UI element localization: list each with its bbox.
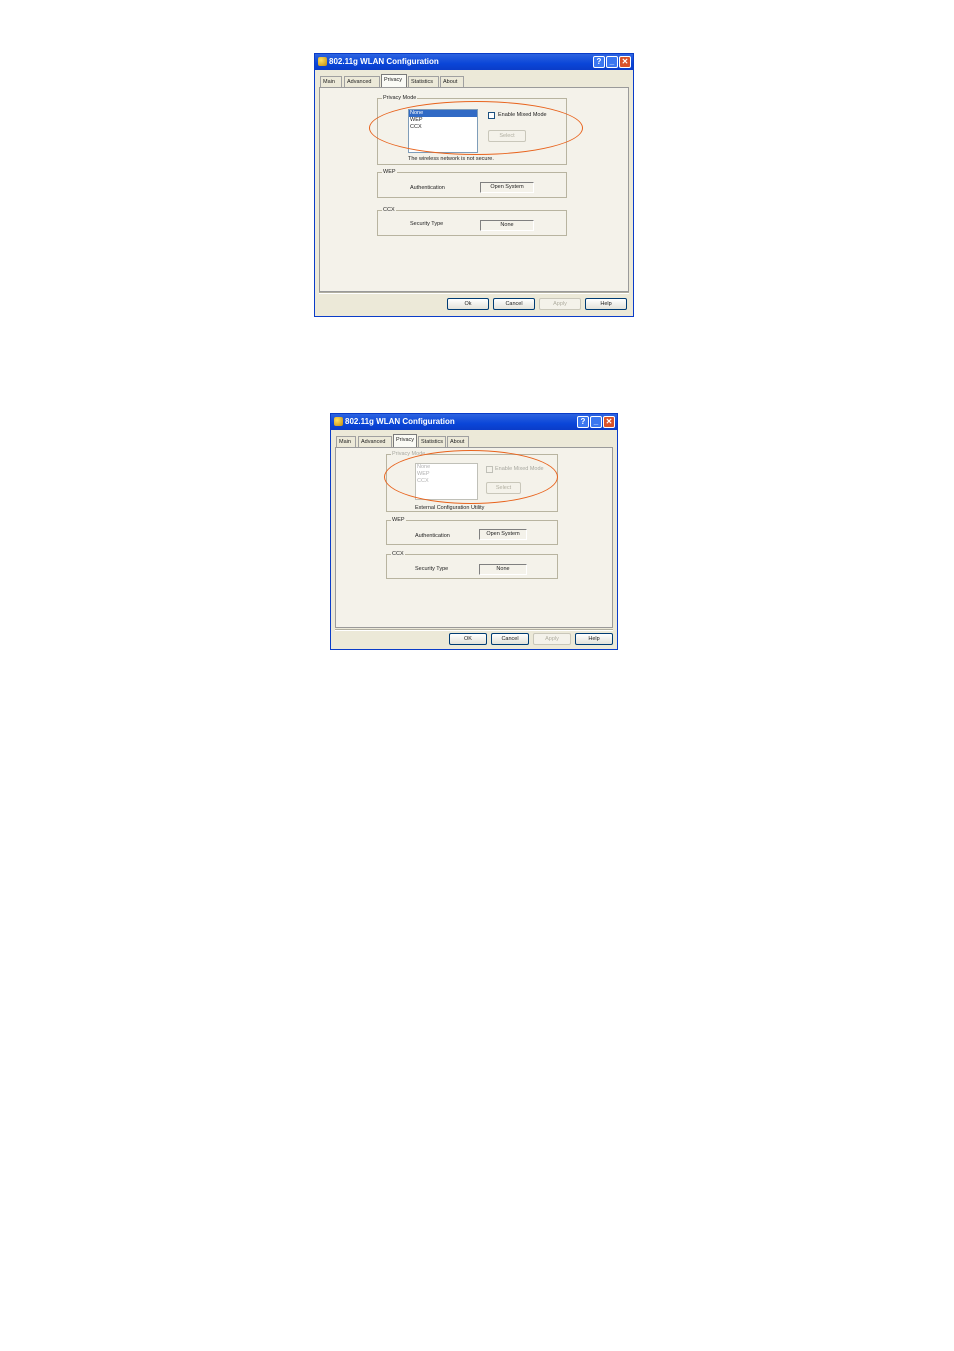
- security-type-label: Security Type: [410, 221, 444, 227]
- tab-privacy[interactable]: Privacy: [381, 74, 407, 87]
- authentication-label: Authentication: [415, 533, 450, 539]
- wep-label: WEP: [391, 516, 406, 524]
- close-icon[interactable]: ✕: [603, 416, 615, 428]
- ccx-group: CCX Security Type None: [386, 550, 558, 579]
- ok-button[interactable]: OK: [449, 633, 487, 645]
- security-type-label: Security Type: [415, 566, 449, 572]
- wep-group: WEP Authentication Open System: [386, 516, 558, 545]
- ccx-label: CCX: [382, 206, 396, 214]
- apply-button[interactable]: Apply: [539, 298, 581, 310]
- privacy-status-text: External Configuration Utility: [415, 505, 485, 511]
- apply-button[interactable]: Apply: [533, 633, 571, 645]
- app-icon: [334, 417, 343, 426]
- title-bar: 802.11g WLAN Configuration ? _ ✕: [331, 414, 617, 430]
- tab-advanced[interactable]: Advanced: [344, 76, 380, 87]
- close-icon[interactable]: ✕: [619, 56, 631, 68]
- help-icon[interactable]: ?: [593, 56, 605, 68]
- tab-statistics[interactable]: Statistics: [418, 436, 446, 447]
- tab-about[interactable]: About: [447, 436, 469, 447]
- authentication-label: Authentication: [410, 185, 445, 191]
- security-type-value: None: [480, 220, 534, 231]
- wlan-config-window-1: 802.11g WLAN Configuration ? _ ✕ Main Adva…: [314, 53, 634, 317]
- minimize-icon[interactable]: _: [606, 56, 618, 68]
- tab-main[interactable]: Main: [336, 436, 356, 447]
- wep-label: WEP: [382, 168, 397, 176]
- privacy-status-text: The wireless network is not secure.: [408, 156, 494, 162]
- help-icon[interactable]: ?: [577, 416, 589, 428]
- window-title: 802.11g WLAN Configuration: [329, 57, 439, 66]
- ccx-group: CCX Security Type None: [377, 206, 567, 236]
- help-button[interactable]: Help: [585, 298, 627, 310]
- cancel-button[interactable]: Cancel: [493, 298, 535, 310]
- minimize-icon[interactable]: _: [590, 416, 602, 428]
- app-icon: [318, 57, 327, 66]
- window-title: 802.11g WLAN Configuration: [345, 417, 455, 426]
- wlan-config-window-2: 802.11g WLAN Configuration ? _ ✕ Main Adva…: [330, 413, 618, 650]
- cancel-button[interactable]: Cancel: [491, 633, 529, 645]
- separator: [319, 292, 629, 294]
- highlight-ellipse: [369, 101, 583, 155]
- tab-advanced[interactable]: Advanced: [358, 436, 392, 447]
- authentication-value: Open System: [480, 182, 534, 193]
- tab-about[interactable]: About: [440, 76, 464, 87]
- privacy-mode-label: Privacy Mode: [382, 94, 418, 102]
- help-button[interactable]: Help: [575, 633, 613, 645]
- wep-group: WEP Authentication Open System: [377, 168, 567, 198]
- separator: [335, 629, 613, 631]
- ccx-label: CCX: [391, 550, 405, 558]
- authentication-value: Open System: [479, 529, 527, 540]
- tab-privacy[interactable]: Privacy: [393, 434, 417, 447]
- tab-main[interactable]: Main: [320, 76, 342, 87]
- security-type-value: None: [479, 564, 527, 575]
- ok-button[interactable]: Ok: [447, 298, 489, 310]
- highlight-ellipse: [384, 450, 558, 504]
- title-bar: 802.11g WLAN Configuration ? _ ✕: [315, 54, 633, 70]
- tab-statistics[interactable]: Statistics: [408, 76, 439, 87]
